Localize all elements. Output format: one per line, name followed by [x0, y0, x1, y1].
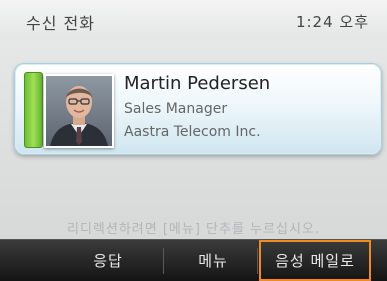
softkey-divider — [163, 248, 164, 274]
caller-company: Aastra Telecom Inc. — [124, 124, 261, 140]
caller-avatar — [44, 74, 114, 148]
caller-job-title: Sales Manager — [124, 101, 228, 117]
phone-screen: 수신 전화 1:24 오후 Martin Pedersen Sales Mana… — [0, 0, 387, 281]
answer-softkey[interactable]: 응답 — [60, 240, 156, 280]
screen-title: 수신 전화 — [26, 14, 95, 33]
redirect-hint: 리디렉션하려면 [메뉴] 단추를 누르십시오. — [67, 222, 320, 237]
incoming-call-card[interactable]: Martin Pedersen Sales Manager Aastra Tel… — [14, 63, 382, 155]
presence-indicator — [24, 72, 43, 148]
status-bar: 수신 전화 1:24 오후 — [0, 0, 387, 40]
caller-photo-icon — [46, 76, 112, 146]
softkey-divider — [257, 248, 258, 274]
clock: 1:24 오후 — [295, 13, 369, 31]
voicemail-softkey[interactable]: 음성 메일로 — [259, 240, 371, 281]
menu-softkey[interactable]: 메뉴 — [170, 240, 256, 280]
softkey-bar: 응답 메뉴 음성 메일로 — [0, 239, 387, 281]
caller-name: Martin Pedersen — [124, 73, 271, 94]
